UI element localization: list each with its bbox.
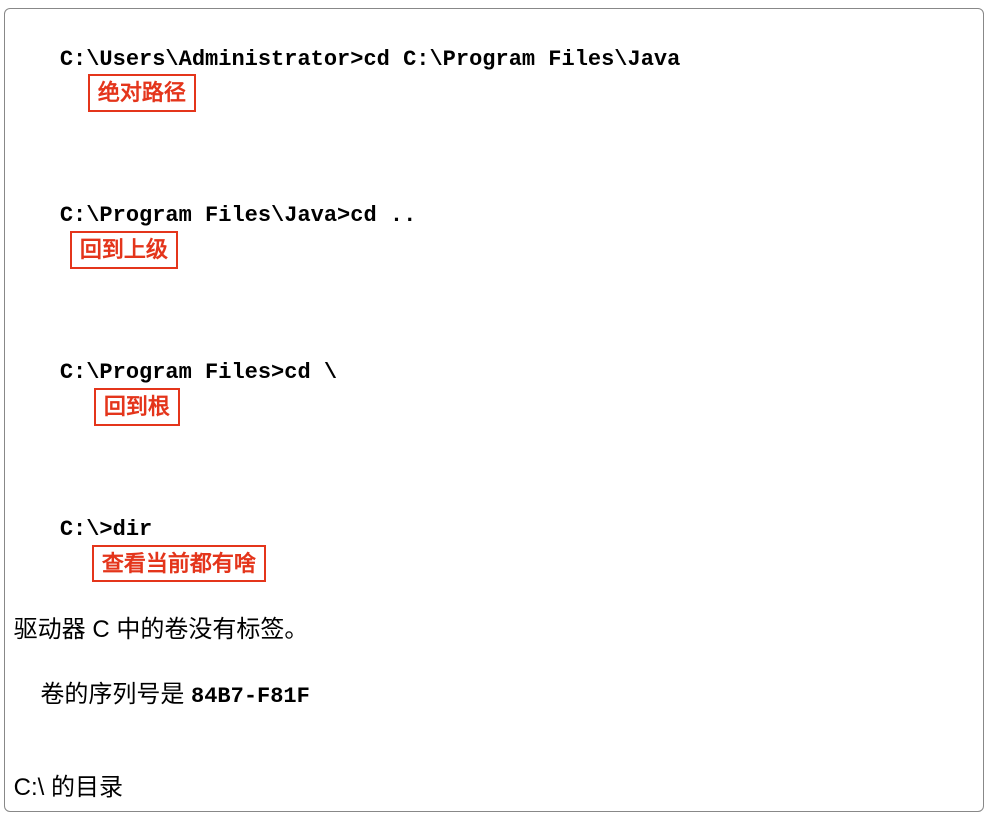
command: dir	[113, 517, 153, 542]
volume-label-line: 驱动器 C 中的卷没有标签。	[7, 614, 977, 646]
dir-of-line: C:\ 的目录	[7, 772, 977, 804]
annotation-absolute-path: 绝对路径	[88, 74, 196, 112]
volume-serial-line: 卷的序列号是 84B7-F81F	[7, 646, 977, 743]
command: cd ..	[350, 203, 416, 228]
prompt: C:\>	[60, 517, 113, 542]
command-line-3: C:\Program Files>cd \ 回到根	[7, 329, 977, 456]
command: cd \	[284, 360, 337, 385]
command-line-2: C:\Program Files\Java>cd .. 回到上级	[7, 172, 977, 299]
command: cd C:\Program Files\Java	[363, 47, 680, 72]
annotation-list-dir: 查看当前都有啥	[92, 545, 266, 583]
prompt: C:\Users\Administrator>	[60, 47, 364, 72]
prompt: C:\Program Files>	[60, 360, 284, 385]
prompt: C:\Program Files\Java>	[60, 203, 350, 228]
terminal-screenshot: C:\Users\Administrator>cd C:\Program Fil…	[4, 8, 984, 812]
annotation-go-parent: 回到上级	[70, 231, 178, 269]
annotation-go-root: 回到根	[94, 388, 180, 426]
command-line-4: C:\>dir 查看当前都有啥	[7, 485, 977, 612]
command-line-1: C:\Users\Administrator>cd C:\Program Fil…	[7, 15, 977, 142]
volume-serial: 84B7-F81F	[191, 684, 310, 709]
